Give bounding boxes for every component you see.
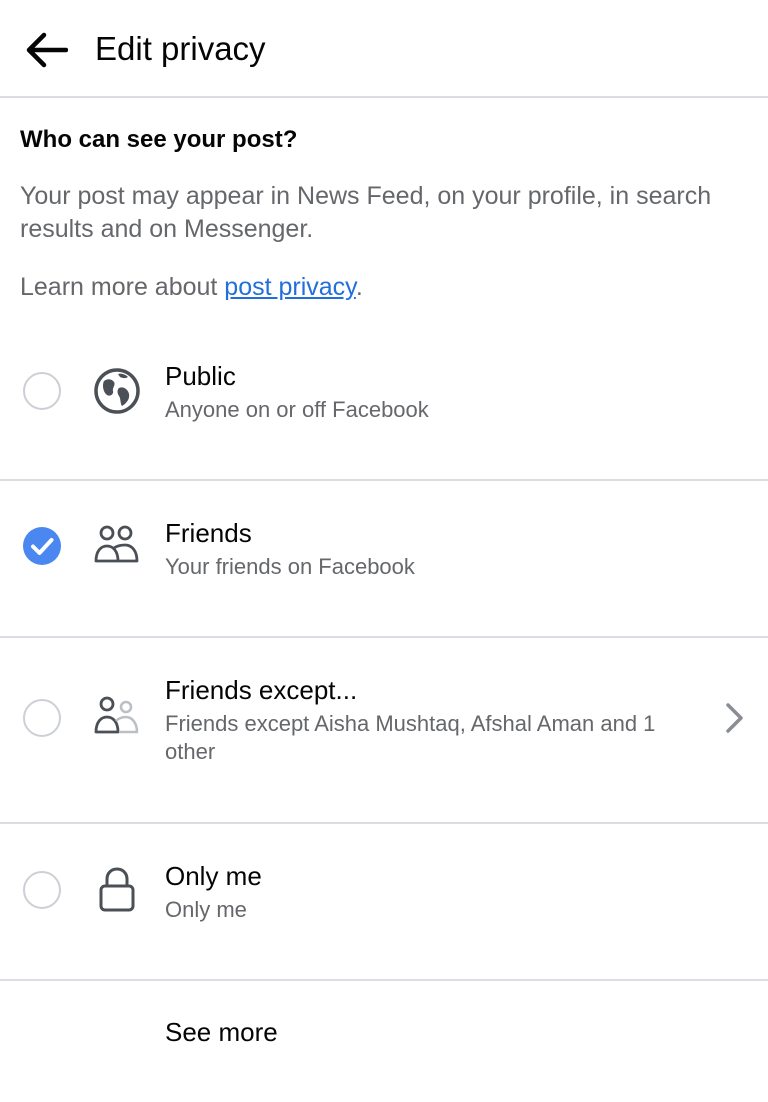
- option-friends-subtitle: Your friends on Facebook: [165, 554, 415, 579]
- option-public-title: Public: [165, 361, 236, 391]
- divider: [0, 979, 768, 981]
- privacy-question: Who can see your post?: [20, 126, 298, 153]
- learn-more-suffix: .: [355, 273, 363, 301]
- chevron-right-icon[interactable]: [722, 700, 748, 736]
- option-only-me[interactable]: Only me Only me: [0, 824, 768, 980]
- option-friends[interactable]: Friends Your friends on Facebook: [0, 481, 768, 637]
- option-friends-except-subtitle: Friends except Aisha Mushtaq, Afshal Ama…: [165, 711, 656, 764]
- see-more-button[interactable]: See more: [165, 1015, 278, 1049]
- option-only-me-title: Only me: [165, 861, 262, 891]
- option-friends-title: Friends: [165, 518, 252, 548]
- radio-friends-checked[interactable]: [23, 527, 61, 565]
- radio-friends-except[interactable]: [23, 699, 61, 737]
- page-title: Edit privacy: [95, 30, 266, 67]
- friends-icon: [94, 525, 139, 563]
- learn-more-text: Learn more about post privacy.: [20, 270, 363, 304]
- learn-more-prefix: Learn more about: [20, 273, 225, 301]
- friends-except-icon: [94, 696, 139, 734]
- post-privacy-link[interactable]: post privacy: [224, 273, 356, 301]
- arrow-left-icon: [26, 32, 68, 68]
- back-button[interactable]: [18, 24, 74, 76]
- option-public[interactable]: Public Anyone on or off Facebook: [0, 340, 768, 480]
- lock-icon: [99, 867, 135, 912]
- header: Edit privacy: [0, 0, 768, 98]
- option-friends-except-title: Friends except...: [165, 675, 358, 705]
- privacy-description: Your post may appear in News Feed, on yo…: [20, 182, 712, 243]
- option-only-me-subtitle: Only me: [165, 897, 247, 922]
- edit-privacy-screen: Edit privacy Who can see your post? Your…: [0, 0, 768, 1102]
- option-public-subtitle: Anyone on or off Facebook: [165, 397, 429, 422]
- option-friends-except[interactable]: Friends except... Friends except Aisha M…: [0, 638, 768, 822]
- globe-icon: [94, 368, 140, 414]
- radio-public[interactable]: [23, 372, 61, 410]
- radio-only-me[interactable]: [23, 871, 61, 909]
- checkmark-icon: [31, 538, 54, 555]
